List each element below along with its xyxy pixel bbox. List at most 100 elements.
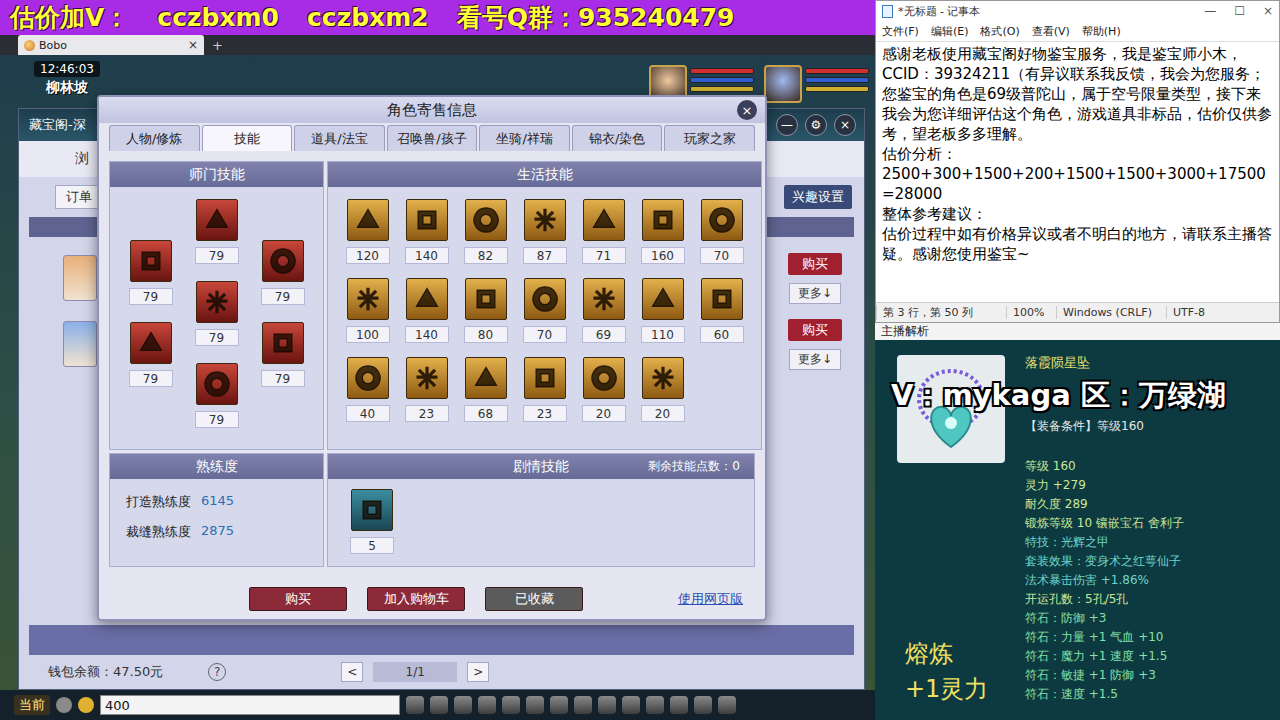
- skill-icon[interactable]: [196, 363, 238, 405]
- skill-emblem-icon: [410, 282, 444, 316]
- dialog-tab[interactable]: 道具/法宝: [294, 125, 385, 151]
- web-version-link[interactable]: 使用网页版: [678, 590, 743, 608]
- skill-level: 79: [195, 247, 239, 264]
- dialog-tab[interactable]: 坐骑/祥瑞: [479, 125, 570, 151]
- dialog-tab[interactable]: 技能: [202, 125, 293, 151]
- notepad-text-area[interactable]: 感谢老板使用藏宝阁好物鉴宝服务，我是鉴宝师小木，CCID：39324211（有异…: [876, 41, 1279, 302]
- window-control-button[interactable]: ×: [834, 114, 856, 136]
- skill-icon[interactable]: [196, 199, 238, 241]
- toolbar-icon[interactable]: [478, 696, 496, 714]
- toolbar-icon[interactable]: [406, 696, 424, 714]
- skill-icon[interactable]: [351, 489, 393, 531]
- toolbar-icon[interactable]: [646, 696, 664, 714]
- voice-icon[interactable]: [56, 697, 72, 713]
- buy-button[interactable]: 购买: [788, 319, 842, 341]
- window-control-button[interactable]: ⚙: [805, 114, 827, 136]
- skill-icon[interactable]: [642, 357, 684, 399]
- skill-icon[interactable]: [347, 199, 389, 241]
- toolbar-icon[interactable]: [670, 696, 688, 714]
- skill-icon[interactable]: [583, 357, 625, 399]
- skill-icon[interactable]: [130, 322, 172, 364]
- notepad-control-button[interactable]: ☐: [1234, 4, 1245, 18]
- toolbar-icon[interactable]: [550, 696, 568, 714]
- action-button[interactable]: 加入购物车: [367, 587, 465, 611]
- emoji-icon[interactable]: [78, 697, 94, 713]
- more-button[interactable]: 更多↓: [789, 283, 841, 304]
- dialog-tab[interactable]: 人物/修炼: [109, 125, 200, 151]
- new-tab-button[interactable]: +: [208, 38, 227, 53]
- interest-button[interactable]: 兴趣设置: [784, 185, 852, 209]
- skill-icon[interactable]: [465, 278, 507, 320]
- character-avatar-icon[interactable]: [63, 255, 97, 301]
- menu-item[interactable]: 帮助(H): [1082, 24, 1121, 39]
- skill-emblem-icon: [410, 203, 444, 237]
- chat-input[interactable]: 400: [100, 695, 400, 715]
- chat-channel[interactable]: 当前: [14, 695, 50, 715]
- skill-icon[interactable]: [406, 278, 448, 320]
- menu-item[interactable]: 编辑(E): [931, 24, 969, 39]
- window-control-button[interactable]: —: [776, 114, 798, 136]
- next-page-button[interactable]: >: [467, 662, 489, 682]
- buy-button[interactable]: 购买: [788, 253, 842, 275]
- life-skill: 110: [633, 278, 692, 343]
- more-button[interactable]: 更多↓: [789, 349, 841, 370]
- skill-icon[interactable]: [701, 199, 743, 241]
- portrait[interactable]: [764, 65, 869, 103]
- dialog-tab[interactable]: 玩家之家: [664, 125, 755, 151]
- life-skill: 69: [574, 278, 633, 343]
- toolbar-icon[interactable]: [622, 696, 640, 714]
- screen: 估价加V：cczbxm0cczbxm2看号Q群：935240479Bobo×+1…: [0, 0, 1280, 720]
- skill-icon[interactable]: [524, 278, 566, 320]
- skill-icon[interactable]: [524, 357, 566, 399]
- menu-item[interactable]: 查看(V): [1032, 24, 1070, 39]
- tab-close-button[interactable]: ×: [188, 38, 198, 52]
- action-button[interactable]: 购买: [249, 587, 347, 611]
- toolbar-icon[interactable]: [694, 696, 712, 714]
- school-skill: 79: [118, 236, 184, 318]
- skill-icon[interactable]: [524, 199, 566, 241]
- dialog-tab[interactable]: 锦衣/染色: [572, 125, 663, 151]
- toolbar-icon[interactable]: [430, 696, 448, 714]
- help-button[interactable]: ?: [208, 663, 226, 681]
- toolbar-icon[interactable]: [502, 696, 520, 714]
- prev-page-button[interactable]: <: [341, 662, 363, 682]
- skill-icon[interactable]: [347, 278, 389, 320]
- status-cell: Windows (CRLF): [1056, 306, 1166, 319]
- menu-item[interactable]: 文件(F): [882, 24, 919, 39]
- game-viewport: 12:46:03柳林坡藏宝阁-深—⚙×浏订单兴趣设置购买更多↓购买更多↓钱包余额…: [0, 55, 875, 690]
- skill-icon[interactable]: [406, 199, 448, 241]
- notepad-control-button[interactable]: ×: [1263, 4, 1273, 18]
- skill-icon[interactable]: [465, 357, 507, 399]
- order-tab[interactable]: 订单: [55, 185, 103, 209]
- skill-icon[interactable]: [262, 240, 304, 282]
- toolbar-icon[interactable]: [718, 696, 736, 714]
- skill-icon[interactable]: [583, 199, 625, 241]
- skill-icon[interactable]: [262, 322, 304, 364]
- item-stats: 等级 160灵力 +279耐久度 289锻炼等级 10 镶嵌宝石 舍利子特技：光…: [1025, 457, 1274, 704]
- text-line: 估价分析：: [882, 144, 1273, 164]
- school-skill: 79: [184, 277, 250, 359]
- notepad-control-button[interactable]: —: [1204, 4, 1216, 18]
- toolbar-icon[interactable]: [598, 696, 616, 714]
- character-avatar-icon[interactable]: [63, 321, 97, 367]
- dialog-tab[interactable]: 召唤兽/孩子: [387, 125, 478, 151]
- toolbar-icon[interactable]: [574, 696, 592, 714]
- toolbar-icon[interactable]: [454, 696, 472, 714]
- skill-level: 20: [582, 405, 626, 422]
- menu-item[interactable]: 格式(O): [980, 24, 1019, 39]
- skill-icon[interactable]: [406, 357, 448, 399]
- action-button[interactable]: 已收藏: [485, 587, 583, 611]
- status-cell: UTF-8: [1166, 306, 1246, 319]
- toolbar-icon[interactable]: [526, 696, 544, 714]
- skill-icon[interactable]: [642, 278, 684, 320]
- skill-icon[interactable]: [642, 199, 684, 241]
- skill-icon[interactable]: [130, 240, 172, 282]
- skill-icon[interactable]: [347, 357, 389, 399]
- dialog-close-button[interactable]: ×: [737, 100, 757, 120]
- skill-icon[interactable]: [701, 278, 743, 320]
- skill-icon[interactable]: [196, 281, 238, 323]
- skill-icon[interactable]: [465, 199, 507, 241]
- skill-icon[interactable]: [583, 278, 625, 320]
- notepad-status-bar: 第 3 行，第 50 列100%Windows (CRLF)UTF-8: [876, 302, 1279, 322]
- browser-tab[interactable]: Bobo×: [18, 35, 204, 55]
